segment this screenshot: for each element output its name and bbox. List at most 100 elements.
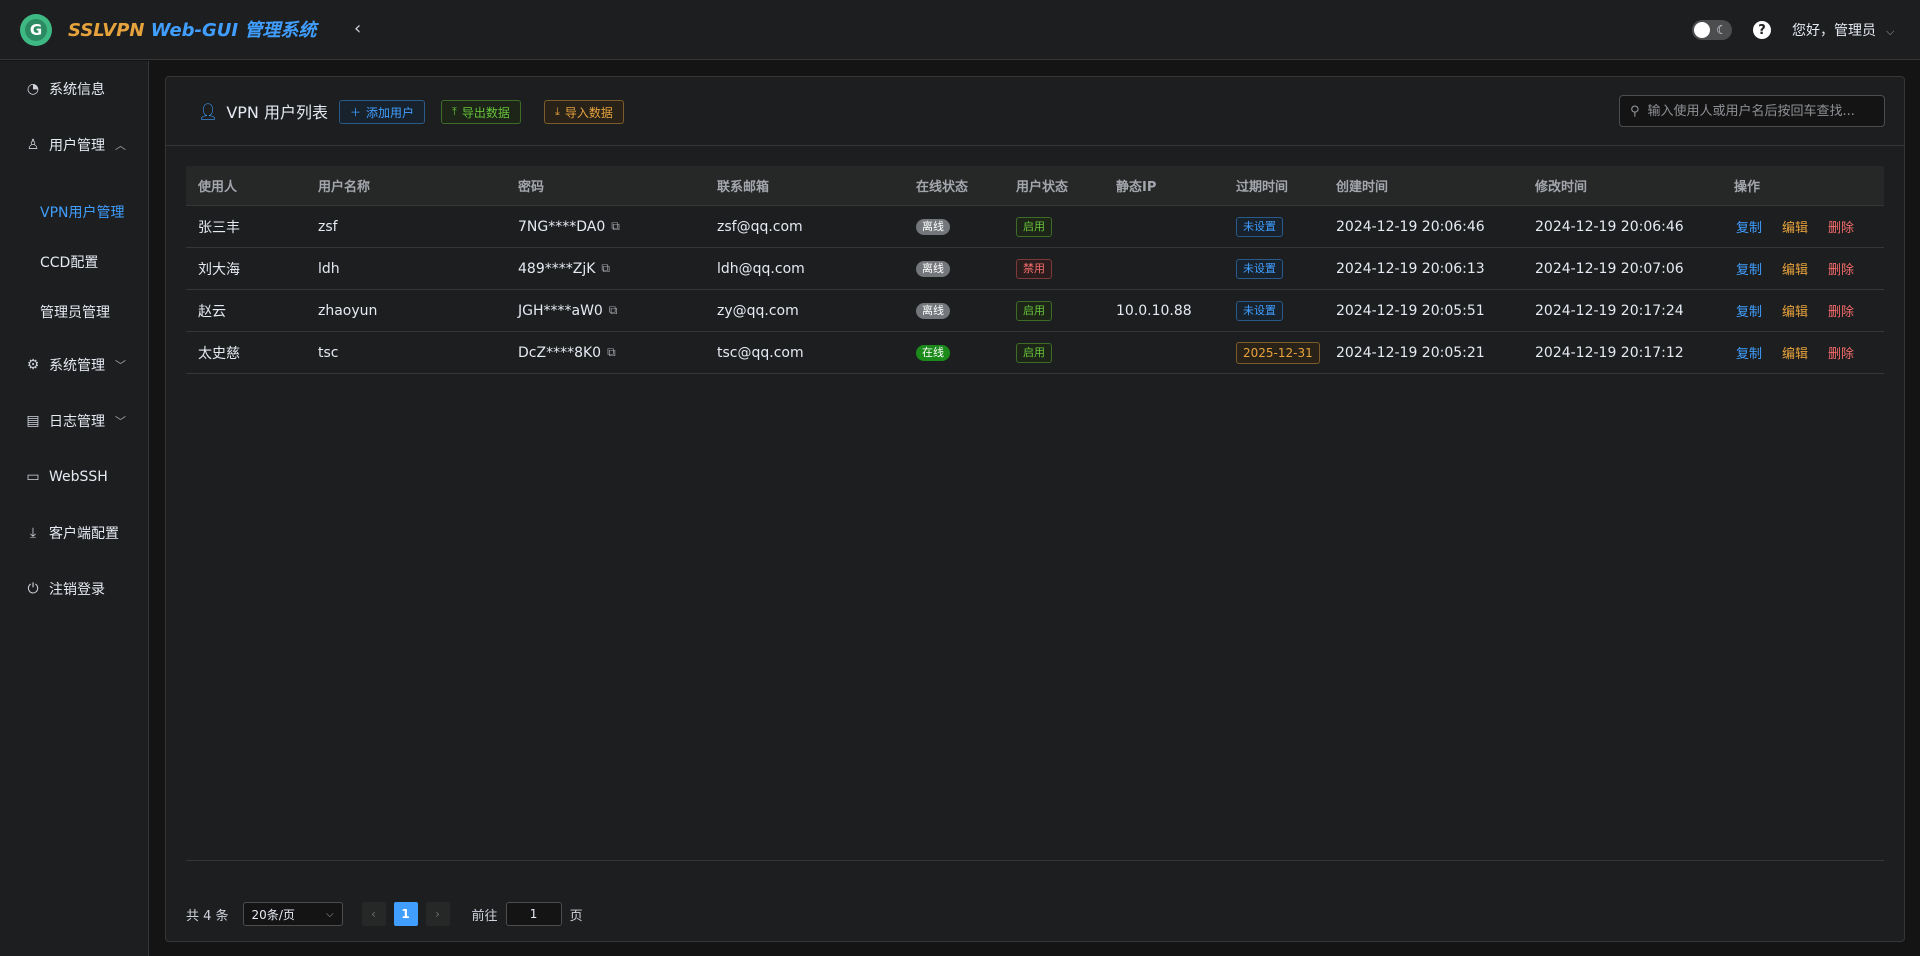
sidebar-item-label: 系统信息: [49, 82, 105, 98]
export-data-button[interactable]: ⤒ 导出数据: [441, 100, 521, 124]
sidebar-item-label: 系统管理: [49, 358, 105, 374]
add-user-button[interactable]: ＋ 添加用户: [339, 100, 426, 124]
moon-icon: ☾: [1716, 23, 1727, 37]
plus-icon: ＋: [350, 106, 361, 119]
download-icon: ⤓: [29, 525, 37, 541]
search-input[interactable]: [1647, 103, 1868, 119]
sidebar-item-logout[interactable]: ⏻ 注销登录: [0, 561, 148, 617]
cell-username: zsf: [318, 218, 338, 235]
sidebar-item-label: 客户端配置: [49, 526, 119, 542]
copy-button[interactable]: 复制: [1736, 259, 1762, 278]
edit-button[interactable]: 编辑: [1782, 259, 1808, 278]
goto-page-input[interactable]: [505, 902, 562, 926]
column-header: 在线状态: [916, 180, 969, 195]
copy-icon[interactable]: ⧉: [601, 261, 610, 276]
edit-button[interactable]: 编辑: [1782, 301, 1808, 320]
copy-button[interactable]: 复制: [1736, 217, 1762, 236]
cell-password: 489****ZjK ⧉: [506, 261, 705, 277]
copy-button[interactable]: 复制: [1736, 301, 1762, 320]
column-header: 联系邮箱: [717, 180, 770, 195]
sidebar-subitem-label: 管理员管理: [40, 305, 110, 321]
help-icon[interactable]: ?: [1753, 21, 1771, 39]
copy-button[interactable]: 复制: [1736, 343, 1762, 362]
cell-actions: 复制 编辑 删除: [1722, 343, 1884, 362]
page-number-button[interactable]: 1: [393, 902, 418, 926]
cell-modified: 2024-12-19 20:17:12: [1535, 344, 1684, 361]
delete-button[interactable]: 删除: [1828, 343, 1854, 362]
dark-mode-toggle[interactable]: ☾: [1692, 20, 1732, 40]
cell-owner: 刘大海: [198, 261, 240, 278]
cell-password: 7NG****DA0 ⧉: [506, 219, 705, 235]
sidebar-subitem-admin-management[interactable]: 管理员管理: [0, 287, 148, 337]
column-header: 操作: [1734, 180, 1761, 195]
user-greeting: 您好，管理员: [1792, 23, 1876, 39]
cell-user-status: 启用: [1004, 300, 1104, 321]
chevron-down-icon: ⌵: [1886, 25, 1895, 38]
logo-icon: G: [20, 14, 52, 46]
page-title-text: VPN 用户列表: [226, 103, 328, 122]
document-icon: ▤: [26, 413, 40, 429]
collapse-sidebar-icon[interactable]: ‹: [354, 17, 370, 41]
delete-button[interactable]: 删除: [1828, 259, 1854, 278]
chevron-down-icon: ﹀: [115, 415, 126, 428]
sidebar-item-label: 用户管理: [49, 138, 105, 154]
chevron-up-icon: ︿: [115, 139, 126, 152]
export-data-label: 导出数据: [461, 105, 510, 120]
column-header: 过期时间: [1236, 180, 1289, 195]
cell-online-status: 离线: [904, 302, 1004, 319]
cell-expire: 未设置: [1224, 216, 1324, 237]
gear-icon: ⚙: [26, 357, 40, 373]
sidebar-subitem-ccd-config[interactable]: CCD配置: [0, 237, 148, 287]
user-menu[interactable]: 您好，管理员 ⌵: [1792, 20, 1894, 40]
copy-icon[interactable]: ⧉: [611, 219, 620, 234]
app-title: SSLVPN Web-GUI 管理系统: [68, 16, 316, 42]
search-field[interactable]: ⚲: [1619, 95, 1885, 127]
column-header: 密码: [518, 180, 545, 195]
sidebar-subitem-vpn-users[interactable]: VPN用户管理: [0, 187, 148, 237]
password-text: 7NG****DA0: [518, 218, 606, 235]
status-badge: 启用: [1016, 342, 1052, 363]
cell-actions: 复制 编辑 删除: [1722, 301, 1884, 320]
edit-button[interactable]: 编辑: [1782, 217, 1808, 236]
expire-badge: 2025-12-31: [1236, 341, 1320, 364]
cell-created: 2024-12-19 20:05:21: [1336, 344, 1485, 361]
goto-label: 前往: [471, 908, 498, 924]
card-header: 👤︎ VPN 用户列表 ＋ 添加用户 ⤒ 导出数据 ⤓ 导入数据 ⚲: [166, 77, 1904, 146]
sidebar-item-user-management[interactable]: ♙ 用户管理 ︿: [0, 117, 148, 173]
delete-button[interactable]: 删除: [1828, 301, 1854, 320]
upload-icon: ⤒: [452, 105, 457, 118]
sidebar-item-log-management[interactable]: ▤ 日志管理 ﹀: [0, 393, 148, 449]
cell-online-status: 在线: [904, 344, 1004, 361]
cell-modified: 2024-12-19 20:17:24: [1535, 302, 1684, 319]
import-data-button[interactable]: ⤓ 导入数据: [544, 100, 624, 124]
user-icon: 👤︎: [198, 101, 219, 121]
cell-online-status: 离线: [904, 260, 1004, 277]
table-header: 使用人 用户名称 密码 联系邮箱 在线状态 用户状态 静态IP 过期时间 创建时…: [186, 166, 1884, 206]
expire-badge: 未设置: [1236, 216, 1283, 237]
next-page-button[interactable]: ›: [425, 902, 450, 926]
cell-online-status: 离线: [904, 218, 1004, 235]
sidebar-item-system-management[interactable]: ⚙ 系统管理 ﹀: [0, 337, 148, 393]
column-header: 创建时间: [1336, 180, 1389, 195]
delete-button[interactable]: 删除: [1828, 217, 1854, 236]
edit-button[interactable]: 编辑: [1782, 343, 1808, 362]
page-size-select[interactable]: 20条/页 ⌵: [242, 902, 343, 926]
add-user-label: 添加用户: [366, 105, 415, 120]
toggle-knob: [1694, 22, 1710, 38]
cell-static-ip: 10.0.10.88: [1116, 302, 1192, 319]
prev-page-button[interactable]: ‹: [361, 902, 386, 926]
copy-icon[interactable]: ⧉: [609, 303, 618, 318]
cell-user-status: 禁用: [1004, 258, 1104, 279]
brand-part2: Web-GUI 管理系统: [144, 20, 317, 41]
sidebar-subitem-label: CCD配置: [40, 255, 99, 271]
column-header: 修改时间: [1535, 180, 1588, 195]
cell-username: ldh: [318, 260, 340, 277]
cell-owner: 太史慈: [198, 345, 240, 362]
cell-user-status: 启用: [1004, 216, 1104, 237]
sidebar-item-system-info[interactable]: ◔ 系统信息: [0, 61, 148, 117]
cell-user-status: 启用: [1004, 342, 1104, 363]
sidebar-item-webssh[interactable]: ▭ WebSSH: [0, 449, 148, 505]
table-row: 太史慈 tsc DcZ****8K0 ⧉ tsc@qq.com 在线 启用 202…: [186, 332, 1884, 374]
sidebar-item-client-config[interactable]: ⤓ 客户端配置: [0, 505, 148, 561]
copy-icon[interactable]: ⧉: [607, 345, 616, 360]
